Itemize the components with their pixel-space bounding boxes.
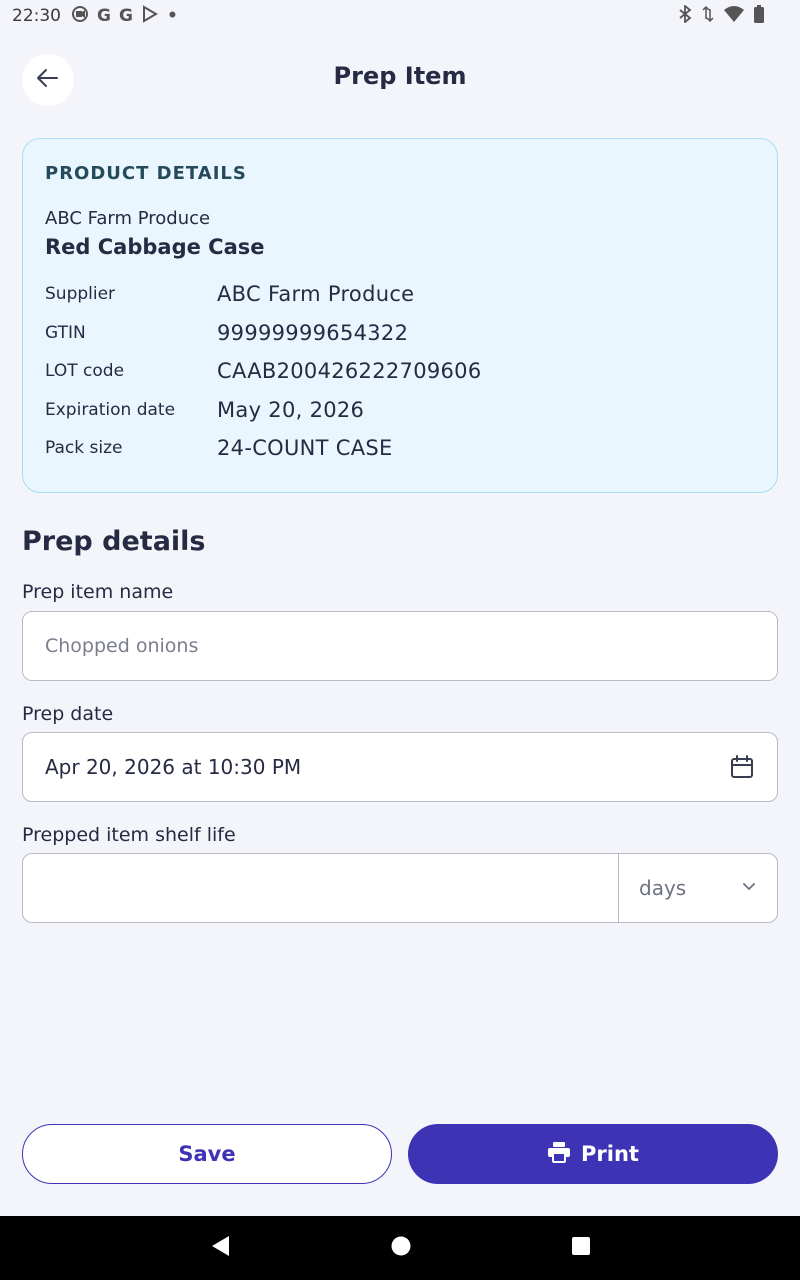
google-icon: G [97,6,111,26]
detail-label: GTIN [45,322,86,343]
detail-label: Pack size [45,438,123,459]
play-store-icon [141,4,159,28]
detail-value: CAAB200426222709606 [217,359,482,384]
prep-date-field[interactable]: Apr 20, 2026 at 10:30 PM [22,732,778,802]
shelf-life-label: Prepped item shelf life [22,824,236,846]
detail-label: LOT code [45,361,125,382]
product-name: Red Cabbage Case [45,235,265,259]
detail-row-pack-size: Pack size 24-COUNT CASE [45,429,755,468]
prep-date-value: Apr 20, 2026 at 10:30 PM [45,755,302,779]
section-title: Prep details [22,526,206,557]
system-nav-bar [0,1216,800,1280]
shelf-life-field[interactable] [23,854,619,922]
bluetooth-icon [678,4,692,27]
shelf-life-input[interactable] [23,854,618,922]
google-icon: G [118,6,133,26]
detail-value: 99999999654322 [217,320,409,345]
detail-value: ABC Farm Produce [217,282,415,307]
detail-row-lot-code: LOT code CAAB200426222709606 [45,352,755,391]
detail-value: May 20, 2026 [217,397,365,422]
status-bar: 22:30 G G • [0,0,800,32]
printer-icon [547,1141,571,1168]
battery-icon [754,5,764,27]
shelf-life-unit-value: days [639,876,687,900]
detail-row-expiration-date: Expiration date May 20, 2026 [45,391,755,430]
shelf-life-row: days [22,853,778,923]
nav-home-icon[interactable] [390,1235,412,1261]
save-button[interactable]: Save [22,1124,392,1184]
shelf-life-unit-select[interactable]: days [619,854,777,922]
status-time: 22:30 [12,6,61,26]
detail-label: Supplier [45,284,116,305]
screen-record-icon [71,5,89,28]
product-details-card: PRODUCT DETAILS ABC Farm Produce Red Cab… [22,138,778,493]
chevron-down-icon [741,878,757,898]
nav-recents-icon[interactable] [571,1236,591,1260]
prep-item-name-input[interactable] [45,635,755,657]
dot-icon: • [166,6,178,26]
prep-item-name-field[interactable] [22,611,778,681]
page-title: Prep Item [333,62,467,90]
print-button-label: Print [581,1142,639,1166]
card-heading: PRODUCT DETAILS [45,163,247,184]
calendar-icon[interactable] [729,754,755,780]
detail-value: 24-COUNT CASE [217,436,393,461]
nav-back-icon[interactable] [209,1234,231,1262]
print-button[interactable]: Print [408,1124,778,1184]
data-arrows-icon [702,5,714,27]
detail-label: Expiration date [45,399,176,420]
prep-item-name-label: Prep item name [22,581,174,603]
prep-date-label: Prep date [22,703,114,725]
detail-row-supplier: Supplier ABC Farm Produce [45,275,755,314]
wifi-icon [724,6,744,26]
detail-row-gtin: GTIN 99999999654322 [45,314,755,353]
save-button-label: Save [178,1142,236,1166]
card-supplier: ABC Farm Produce [45,208,211,229]
detail-table: Supplier ABC Farm Produce GTIN 999999996… [45,275,755,468]
